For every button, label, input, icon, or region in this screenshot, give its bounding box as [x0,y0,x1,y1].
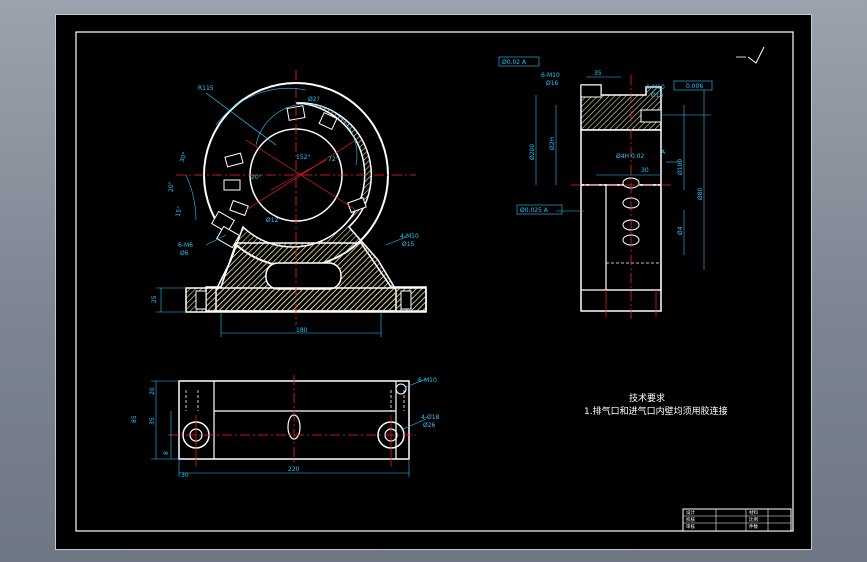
tb-r3c1: 审核 [686,523,695,530]
width-top: 35 [594,70,602,77]
dim-15: 15° [175,206,184,218]
datum-a: A [661,149,666,156]
dim-left-hole-b: Ø6 [180,250,189,257]
dim-base-width: 180 [296,327,308,334]
thread-left-sub: Ø16 [546,80,559,87]
thread-left: 6-M10 [541,72,560,79]
tb-r2c1: 校核 [686,516,695,523]
gdt-top: Ø0.02 A [502,59,527,66]
top-thread-a: 6-M10 [418,377,437,384]
vert-a: Ø200 [529,144,536,160]
dim-30: 30° [179,151,189,163]
dim-right-hole-a: 4-M10 [400,233,419,240]
dim-hole-small: Ø12 [266,217,279,224]
top-h-85: 85 [131,415,138,423]
side-view [498,56,713,320]
dim-r115: R115 [198,85,214,92]
top-thread-c: Ø26 [423,422,436,429]
tb-r1c1: 设计 [686,509,695,516]
dim-right-hole-b: Ø15 [402,241,415,248]
gdt-bottom: Ø0.025 A [520,207,549,214]
roughness-symbol [736,46,765,64]
dim-base-height: 25 [151,295,158,303]
dim-center: Ø4H 0.02 [616,153,645,160]
top-h-8: 8 [163,451,170,455]
top-h-35: 35 [149,417,156,425]
vert-c: Ø100 [677,159,684,175]
tb-r3c2: 件数 [749,523,758,530]
top-thread-b: 4-Ø18 [421,414,440,421]
tb-r1c2: 材料 [749,509,758,516]
dim-left-hole-a: 6-M6 [178,242,193,249]
vert-e: Ø80 [697,187,704,200]
top-w-total: 220 [288,466,300,473]
front-view [156,70,427,337]
vert-d: Ø4 [677,226,684,235]
flatness: 0.006 [686,83,703,90]
dim-72: 72° [328,156,339,163]
dim-30-side: 30 [641,167,649,174]
dim-20b: 20° [251,174,262,181]
tech-line1: 1.排气口和进气口内壁均须用胶连接 [584,405,728,417]
top-h-20: 20 [149,387,156,395]
drawing-sheet: R115 Ø2? 152° 72° 30° 20° 20° 15° Ø12 6-… [55,14,812,550]
tb-r2c2: 比例 [749,516,758,523]
title-block [682,508,792,532]
top-view [151,375,427,477]
vert-b: Ø2H [549,137,556,150]
drawing-canvas: R115 Ø2? 152° 72° 30° 20° 20° 15° Ø12 6-… [75,31,794,532]
thread-right: 6-M10 [646,84,665,91]
dim-152: 152° [296,154,310,161]
top-w-30: 30 [181,472,189,479]
dim-20a: 20° [168,181,175,192]
dim-arc-top: Ø2? [308,96,320,103]
tech-title: 技术要求 [629,392,665,404]
thread-right-sub: Ø16 [651,92,664,99]
